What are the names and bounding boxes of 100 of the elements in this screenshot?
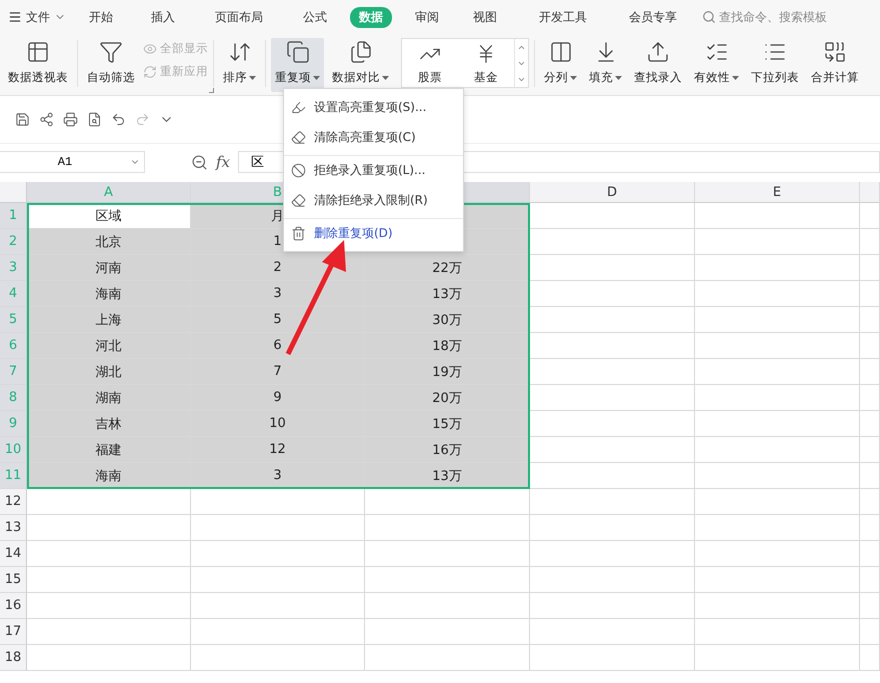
table-cell bbox=[860, 333, 880, 359]
table-cell bbox=[860, 437, 880, 463]
gallery-item[interactable]: 股票 bbox=[402, 39, 458, 87]
table-cell bbox=[860, 489, 880, 515]
merge-icon bbox=[823, 40, 847, 64]
table-cell: 9 bbox=[191, 385, 365, 411]
row-header[interactable]: 16 bbox=[0, 593, 27, 619]
menu-tab[interactable]: 视图 bbox=[464, 6, 506, 28]
table-cell: 3 bbox=[191, 281, 365, 307]
table-cell: 海南 bbox=[27, 463, 191, 489]
table-cell bbox=[860, 619, 880, 645]
ribbon-button[interactable]: 下拉列表 bbox=[747, 38, 803, 92]
trash-icon bbox=[291, 226, 306, 241]
row-header[interactable]: 12 bbox=[0, 489, 27, 515]
table-cell bbox=[860, 541, 880, 567]
row-header[interactable]: 17 bbox=[0, 619, 27, 645]
menu-tab[interactable]: 开始 bbox=[80, 6, 122, 28]
compare-icon bbox=[348, 40, 372, 64]
table-cell bbox=[860, 281, 880, 307]
table-cell bbox=[860, 359, 880, 385]
table-cell: 18万 bbox=[365, 333, 530, 359]
table-cell bbox=[860, 307, 880, 333]
table-cell: 13万 bbox=[365, 463, 530, 489]
table-cell: 30万 bbox=[365, 307, 530, 333]
name-box[interactable]: A1 bbox=[0, 151, 145, 173]
table-cell: 上海 bbox=[27, 307, 191, 333]
table-cell bbox=[860, 203, 880, 229]
ribbon-button[interactable]: 数据透视表 bbox=[4, 38, 72, 92]
undo-icon[interactable] bbox=[111, 112, 126, 127]
prohibit-icon bbox=[291, 163, 306, 178]
dialog-launcher-icon[interactable] bbox=[209, 88, 214, 93]
menu-tab[interactable]: 页面布局 bbox=[206, 6, 272, 28]
table-cell: 吉林 bbox=[27, 411, 191, 437]
ribbon-button[interactable]: 排序 bbox=[219, 38, 260, 92]
table-cell: 海南 bbox=[27, 281, 191, 307]
filter-icon bbox=[99, 40, 123, 64]
refresh-icon bbox=[143, 64, 157, 78]
table-cell: 河南 bbox=[27, 255, 191, 281]
save-icon[interactable] bbox=[15, 112, 30, 127]
menu-tab[interactable]: 审阅 bbox=[406, 6, 448, 28]
table-cell: 福建 bbox=[27, 437, 191, 463]
print-preview-icon[interactable] bbox=[87, 112, 102, 127]
table-cell: 湖北 bbox=[27, 359, 191, 385]
eraser-icon bbox=[291, 130, 306, 144]
table-cell: 19万 bbox=[365, 359, 530, 385]
eye-icon bbox=[143, 42, 157, 56]
table-cell bbox=[860, 515, 880, 541]
ribbon-button[interactable]: 自动筛选 bbox=[83, 38, 139, 92]
function-button[interactable]: fx bbox=[216, 153, 230, 171]
column-header[interactable]: D bbox=[530, 182, 695, 203]
row-header[interactable]: 14 bbox=[0, 541, 27, 567]
zoom-icon[interactable] bbox=[191, 154, 208, 170]
pivot-table-icon bbox=[26, 40, 50, 64]
menu-tab[interactable]: 会员专享 bbox=[620, 6, 686, 28]
row-header[interactable]: 15 bbox=[0, 567, 27, 593]
row-header[interactable]: 18 bbox=[0, 645, 27, 671]
ribbon-button[interactable]: 合并计算 bbox=[807, 38, 863, 92]
upload-icon bbox=[646, 40, 670, 64]
menu-tab[interactable]: 公式 bbox=[294, 6, 336, 28]
ribbon-button[interactable]: 有效性 bbox=[690, 38, 743, 92]
print-icon[interactable] bbox=[63, 112, 78, 127]
table-cell bbox=[860, 385, 880, 411]
gallery-item[interactable]: 基金 bbox=[458, 39, 514, 87]
table-cell bbox=[860, 255, 880, 281]
table-cell: 2 bbox=[191, 255, 365, 281]
ribbon-button[interactable]: 查找录入 bbox=[630, 38, 686, 92]
ribbon-button[interactable]: 数据对比 bbox=[328, 38, 393, 92]
table-cell: 3 bbox=[191, 463, 365, 489]
table-cell: 湖南 bbox=[27, 385, 191, 411]
column-header[interactable]: E bbox=[695, 182, 860, 203]
table-cell: 北京 bbox=[27, 229, 191, 255]
menu-item[interactable]: 设置高亮重复项(S)... bbox=[284, 92, 463, 122]
table-cell: 20万 bbox=[365, 385, 530, 411]
menu-icon[interactable] bbox=[8, 10, 22, 24]
ribbon-button[interactable]: 重复项 bbox=[271, 38, 324, 92]
table-cell bbox=[860, 567, 880, 593]
menu-item[interactable]: 拒绝录入重复项(L)... bbox=[284, 155, 463, 185]
table-cell: 河北 bbox=[27, 333, 191, 359]
menu-tab[interactable]: 插入 bbox=[142, 6, 184, 28]
table-cell: 5 bbox=[191, 307, 365, 333]
table-cell: 13万 bbox=[365, 281, 530, 307]
table-cell: 6 bbox=[191, 333, 365, 359]
menu-tab[interactable]: 开发工具 bbox=[530, 6, 596, 28]
duplicate-icon bbox=[286, 40, 310, 64]
table-cell: 22万 bbox=[365, 255, 530, 281]
menu-item[interactable]: 清除高亮重复项(C) bbox=[284, 122, 463, 152]
search-icon bbox=[702, 10, 716, 24]
table-cell: 16万 bbox=[365, 437, 530, 463]
ribbon-button[interactable]: 分列 bbox=[540, 38, 581, 92]
share-icon[interactable] bbox=[39, 112, 54, 127]
highlighter-icon bbox=[291, 100, 306, 114]
table-cell: 15万 bbox=[365, 411, 530, 437]
row-header[interactable]: 13 bbox=[0, 515, 27, 541]
table-cell: 区域 bbox=[27, 203, 191, 229]
table-cell bbox=[860, 229, 880, 255]
table-cell bbox=[860, 463, 880, 489]
table-cell: 10 bbox=[191, 411, 365, 437]
file-menu[interactable]: 文件 bbox=[8, 8, 66, 26]
split-columns-icon bbox=[548, 40, 572, 64]
ribbon-button[interactable]: 填充 bbox=[585, 38, 626, 92]
